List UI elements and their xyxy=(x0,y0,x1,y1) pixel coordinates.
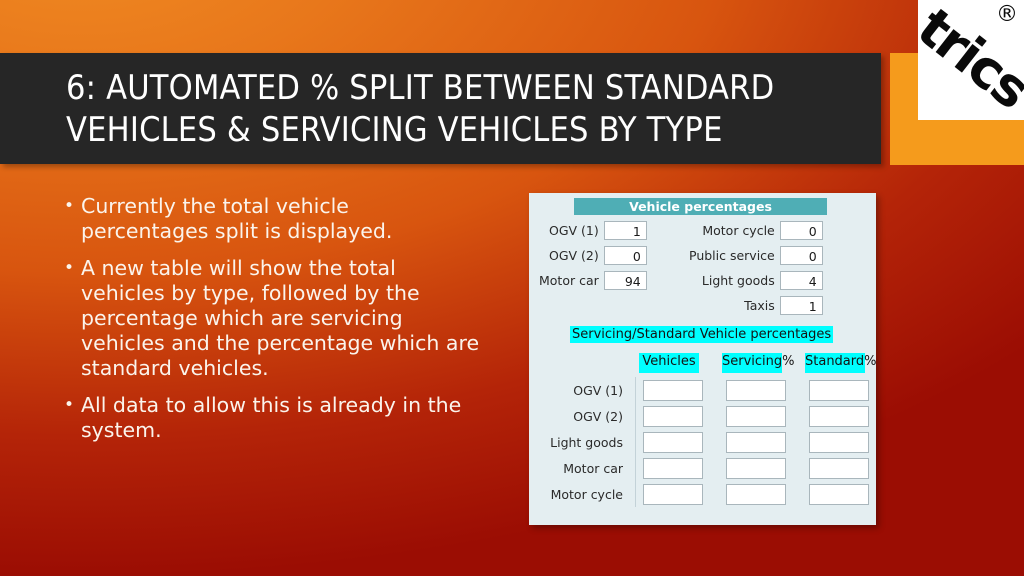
cell-vehicles[interactable] xyxy=(643,431,703,453)
cell-vehicles[interactable] xyxy=(643,405,703,427)
cell-servicing[interactable] xyxy=(726,379,786,401)
row-label: Motor cycle xyxy=(550,486,623,502)
field-label: Public service xyxy=(689,248,775,263)
motor-car-percentage-input[interactable]: 94 xyxy=(603,271,647,290)
servicing-standard-table: Vehicles Servicing% Standard% OGV (1) OG… xyxy=(539,353,876,507)
cell-standard[interactable] xyxy=(809,431,869,453)
cell-standard[interactable] xyxy=(809,379,869,401)
table-header-row: Vehicles Servicing% Standard% xyxy=(639,353,876,373)
table-row: Light goods xyxy=(539,429,869,455)
table-body: OGV (1) OGV (2) Light goods Motor car Mo… xyxy=(539,377,869,507)
table-row: Motor cycle xyxy=(539,481,869,507)
servicing-standard-header: Servicing/Standard Vehicle percentages xyxy=(570,326,834,343)
ogv2-percentage-input[interactable]: 0 xyxy=(603,246,647,265)
title-bar: 6: AUTOMATED % SPLIT BETWEEN STANDARD VE… xyxy=(0,53,881,164)
list-item: Currently the total vehicle percentages … xyxy=(62,194,482,244)
public-service-percentage-input[interactable]: 0 xyxy=(779,246,823,265)
field-label: Light goods xyxy=(701,273,775,288)
cell-vehicles[interactable] xyxy=(643,483,703,505)
presentation-slide: trics ® 6: AUTOMATED % SPLIT BETWEEN STA… xyxy=(0,0,1024,576)
cell-standard[interactable] xyxy=(809,483,869,505)
cell-servicing[interactable] xyxy=(726,431,786,453)
page-title: 6: AUTOMATED % SPLIT BETWEEN STANDARD VE… xyxy=(66,68,775,150)
list-item: A new table will show the total vehicles… xyxy=(62,256,482,381)
row-label: Motor car xyxy=(563,460,623,476)
cell-vehicles[interactable] xyxy=(643,379,703,401)
registered-trademark-icon: ® xyxy=(996,2,1018,27)
cell-servicing[interactable] xyxy=(726,483,786,505)
cell-servicing[interactable] xyxy=(726,405,786,427)
taxis-percentage-input[interactable]: 1 xyxy=(779,296,823,315)
field-label: OGV (2) xyxy=(549,248,599,263)
column-header-vehicles: Vehicles xyxy=(639,353,699,373)
vehicle-percentages-left-group: OGV (1) 1 OGV (2) 0 Motor car 94 xyxy=(539,221,647,290)
vehicle-percentages-right-group: Motor cycle 0 Public service 0 Light goo… xyxy=(689,221,823,315)
column-header-servicing: Servicing% xyxy=(722,353,795,373)
cell-servicing[interactable] xyxy=(726,457,786,479)
field-label: Motor car xyxy=(539,273,599,288)
table-divider xyxy=(635,377,636,507)
motor-cycle-percentage-input[interactable]: 0 xyxy=(779,221,823,240)
list-item: All data to allow this is already in the… xyxy=(62,393,482,443)
table-row: OGV (2) xyxy=(539,403,869,429)
row-label: OGV (1) xyxy=(573,382,623,398)
row-label: Light goods xyxy=(550,434,623,450)
bullet-list: Currently the total vehicle percentages … xyxy=(62,194,482,455)
cell-standard[interactable] xyxy=(809,405,869,427)
trics-logo: trics ® xyxy=(918,0,1024,120)
cell-vehicles[interactable] xyxy=(643,457,703,479)
table-row: OGV (1) xyxy=(539,377,869,403)
light-goods-percentage-input[interactable]: 4 xyxy=(779,271,823,290)
cell-standard[interactable] xyxy=(809,457,869,479)
application-screenshot-panel: Vehicle percentages OGV (1) 1 OGV (2) 0 … xyxy=(529,193,876,525)
row-label: OGV (2) xyxy=(573,408,623,424)
field-label: OGV (1) xyxy=(549,223,599,238)
field-label: Taxis xyxy=(744,298,775,313)
ogv1-percentage-input[interactable]: 1 xyxy=(603,221,647,240)
column-header-standard: Standard% xyxy=(805,353,876,373)
field-label: Motor cycle xyxy=(702,223,775,238)
vehicle-percentages-header: Vehicle percentages xyxy=(574,198,827,215)
table-row: Motor car xyxy=(539,455,869,481)
